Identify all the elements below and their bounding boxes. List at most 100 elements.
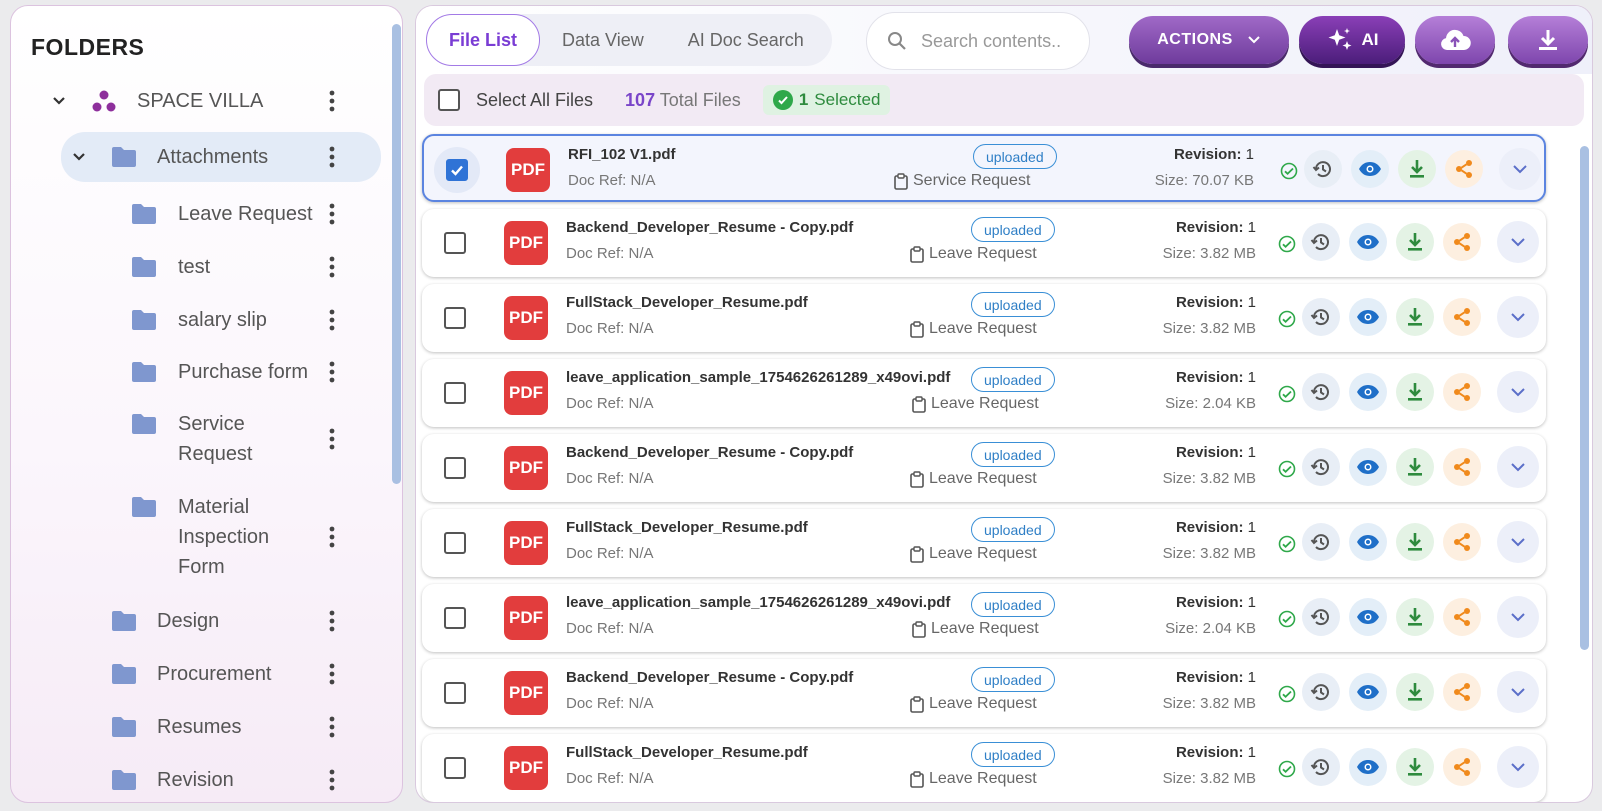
tab-data-view[interactable]: Data View [540,14,666,66]
row-checkbox[interactable] [444,457,466,479]
file-name[interactable]: Backend_Developer_Resume - Copy.pdf [566,669,853,686]
file-name[interactable]: Backend_Developer_Resume - Copy.pdf [566,219,853,236]
row-checkbox[interactable] [444,307,466,329]
share-button[interactable] [1443,373,1481,411]
row-checkbox[interactable] [444,682,466,704]
row-checkbox[interactable] [444,532,466,554]
select-all-checkbox[interactable] [438,89,460,111]
row-checkbox[interactable] [444,607,466,629]
file-name[interactable]: FullStack_Developer_Resume.pdf [566,294,808,311]
history-button[interactable] [1302,223,1340,261]
more-vert-icon[interactable] [329,526,335,548]
history-button[interactable] [1302,598,1340,636]
file-name[interactable]: RFI_102 V1.pdf [568,146,676,163]
download-button[interactable] [1396,223,1434,261]
download-button[interactable] [1396,673,1434,711]
sidebar-folder-procurement[interactable]: Procurement [11,659,389,689]
history-button[interactable] [1302,673,1340,711]
row-checkbox-wrap[interactable] [432,520,478,566]
share-button[interactable] [1443,598,1481,636]
view-button[interactable] [1349,598,1387,636]
file-list-scrollbar[interactable] [1580,146,1589,650]
share-button[interactable] [1445,150,1483,188]
actions-button[interactable]: ACTIONS [1129,16,1289,64]
history-button[interactable] [1302,448,1340,486]
share-button[interactable] [1443,298,1481,336]
more-vert-icon[interactable] [329,361,335,383]
chevron-down-icon[interactable] [71,149,87,165]
file-row[interactable]: PDF Backend_Developer_Resume - Copy.pdf Do… [422,209,1546,277]
file-name[interactable]: FullStack_Developer_Resume.pdf [566,744,808,761]
sidebar-folder-revision[interactable]: Revision [11,765,389,795]
download-button[interactable] [1396,748,1434,786]
share-button[interactable] [1443,448,1481,486]
tree-root-space-villa[interactable]: SPACE VILLA [11,86,389,116]
sidebar-folder-test[interactable]: test [11,252,389,282]
file-name[interactable]: Backend_Developer_Resume - Copy.pdf [566,444,853,461]
view-button[interactable] [1349,223,1387,261]
share-button[interactable] [1443,523,1481,561]
file-row[interactable]: PDF leave_application_sample_175462626128… [422,584,1546,652]
file-name[interactable]: leave_application_sample_1754626261289_x… [566,594,950,611]
sidebar-folder-service-request[interactable]: Service Request [11,409,389,469]
tab-file-list[interactable]: File List [426,14,541,66]
expand-row-button[interactable] [1497,746,1539,788]
more-vert-icon[interactable] [329,256,335,278]
download-button[interactable] [1396,448,1434,486]
more-vert-icon[interactable] [329,716,335,738]
row-checkbox-wrap[interactable] [434,147,480,193]
view-button[interactable] [1351,150,1389,188]
more-vert-icon[interactable] [329,146,335,168]
row-checkbox-wrap[interactable] [432,445,478,491]
ai-button[interactable]: AI [1299,16,1405,64]
sidebar-folder-salary-slip[interactable]: salary slip [11,305,389,335]
more-vert-icon[interactable] [329,769,335,791]
download-button[interactable] [1396,373,1434,411]
row-checkbox-wrap[interactable] [432,220,478,266]
row-checkbox-wrap[interactable] [432,670,478,716]
expand-row-button[interactable] [1499,148,1541,190]
sidebar-folder-purchase-form[interactable]: Purchase form [11,357,389,387]
row-checkbox[interactable] [444,382,466,404]
sidebar-scrollbar[interactable] [392,24,401,484]
more-vert-icon[interactable] [329,90,335,112]
download-button[interactable] [1398,150,1436,188]
upload-button[interactable] [1415,16,1495,64]
sidebar-folder-attachments[interactable]: Attachments [11,142,389,172]
expand-row-button[interactable] [1497,596,1539,638]
expand-row-button[interactable] [1497,221,1539,263]
more-vert-icon[interactable] [329,428,335,450]
row-checkbox[interactable] [446,159,468,181]
download-button[interactable] [1396,598,1434,636]
view-button[interactable] [1349,673,1387,711]
history-button[interactable] [1304,150,1342,188]
expand-row-button[interactable] [1497,446,1539,488]
download-button[interactable] [1396,523,1434,561]
sidebar-folder-design[interactable]: Design [11,606,389,636]
history-button[interactable] [1302,298,1340,336]
file-row[interactable]: PDF RFI_102 V1.pdf Doc Ref: N/A uploaded Ser… [422,134,1546,202]
history-button[interactable] [1302,748,1340,786]
search-box[interactable] [866,12,1090,70]
expand-row-button[interactable] [1497,521,1539,563]
search-input[interactable] [921,30,1081,52]
view-button[interactable] [1349,373,1387,411]
more-vert-icon[interactable] [329,610,335,632]
row-checkbox-wrap[interactable] [432,295,478,341]
file-row[interactable]: PDF Backend_Developer_Resume - Copy.pdf Do… [422,659,1546,727]
row-checkbox-wrap[interactable] [432,745,478,791]
more-vert-icon[interactable] [329,309,335,331]
view-button[interactable] [1349,523,1387,561]
file-row[interactable]: PDF FullStack_Developer_Resume.pdf Doc Ref… [422,284,1546,352]
row-checkbox-wrap[interactable] [432,370,478,416]
file-name[interactable]: FullStack_Developer_Resume.pdf [566,519,808,536]
share-button[interactable] [1443,673,1481,711]
more-vert-icon[interactable] [329,663,335,685]
history-button[interactable] [1302,373,1340,411]
sidebar-folder-resumes[interactable]: Resumes [11,712,389,742]
history-button[interactable] [1302,523,1340,561]
view-button[interactable] [1349,748,1387,786]
tab-ai-doc-search[interactable]: AI Doc Search [666,14,826,66]
row-checkbox[interactable] [444,757,466,779]
file-name[interactable]: leave_application_sample_1754626261289_x… [566,369,950,386]
